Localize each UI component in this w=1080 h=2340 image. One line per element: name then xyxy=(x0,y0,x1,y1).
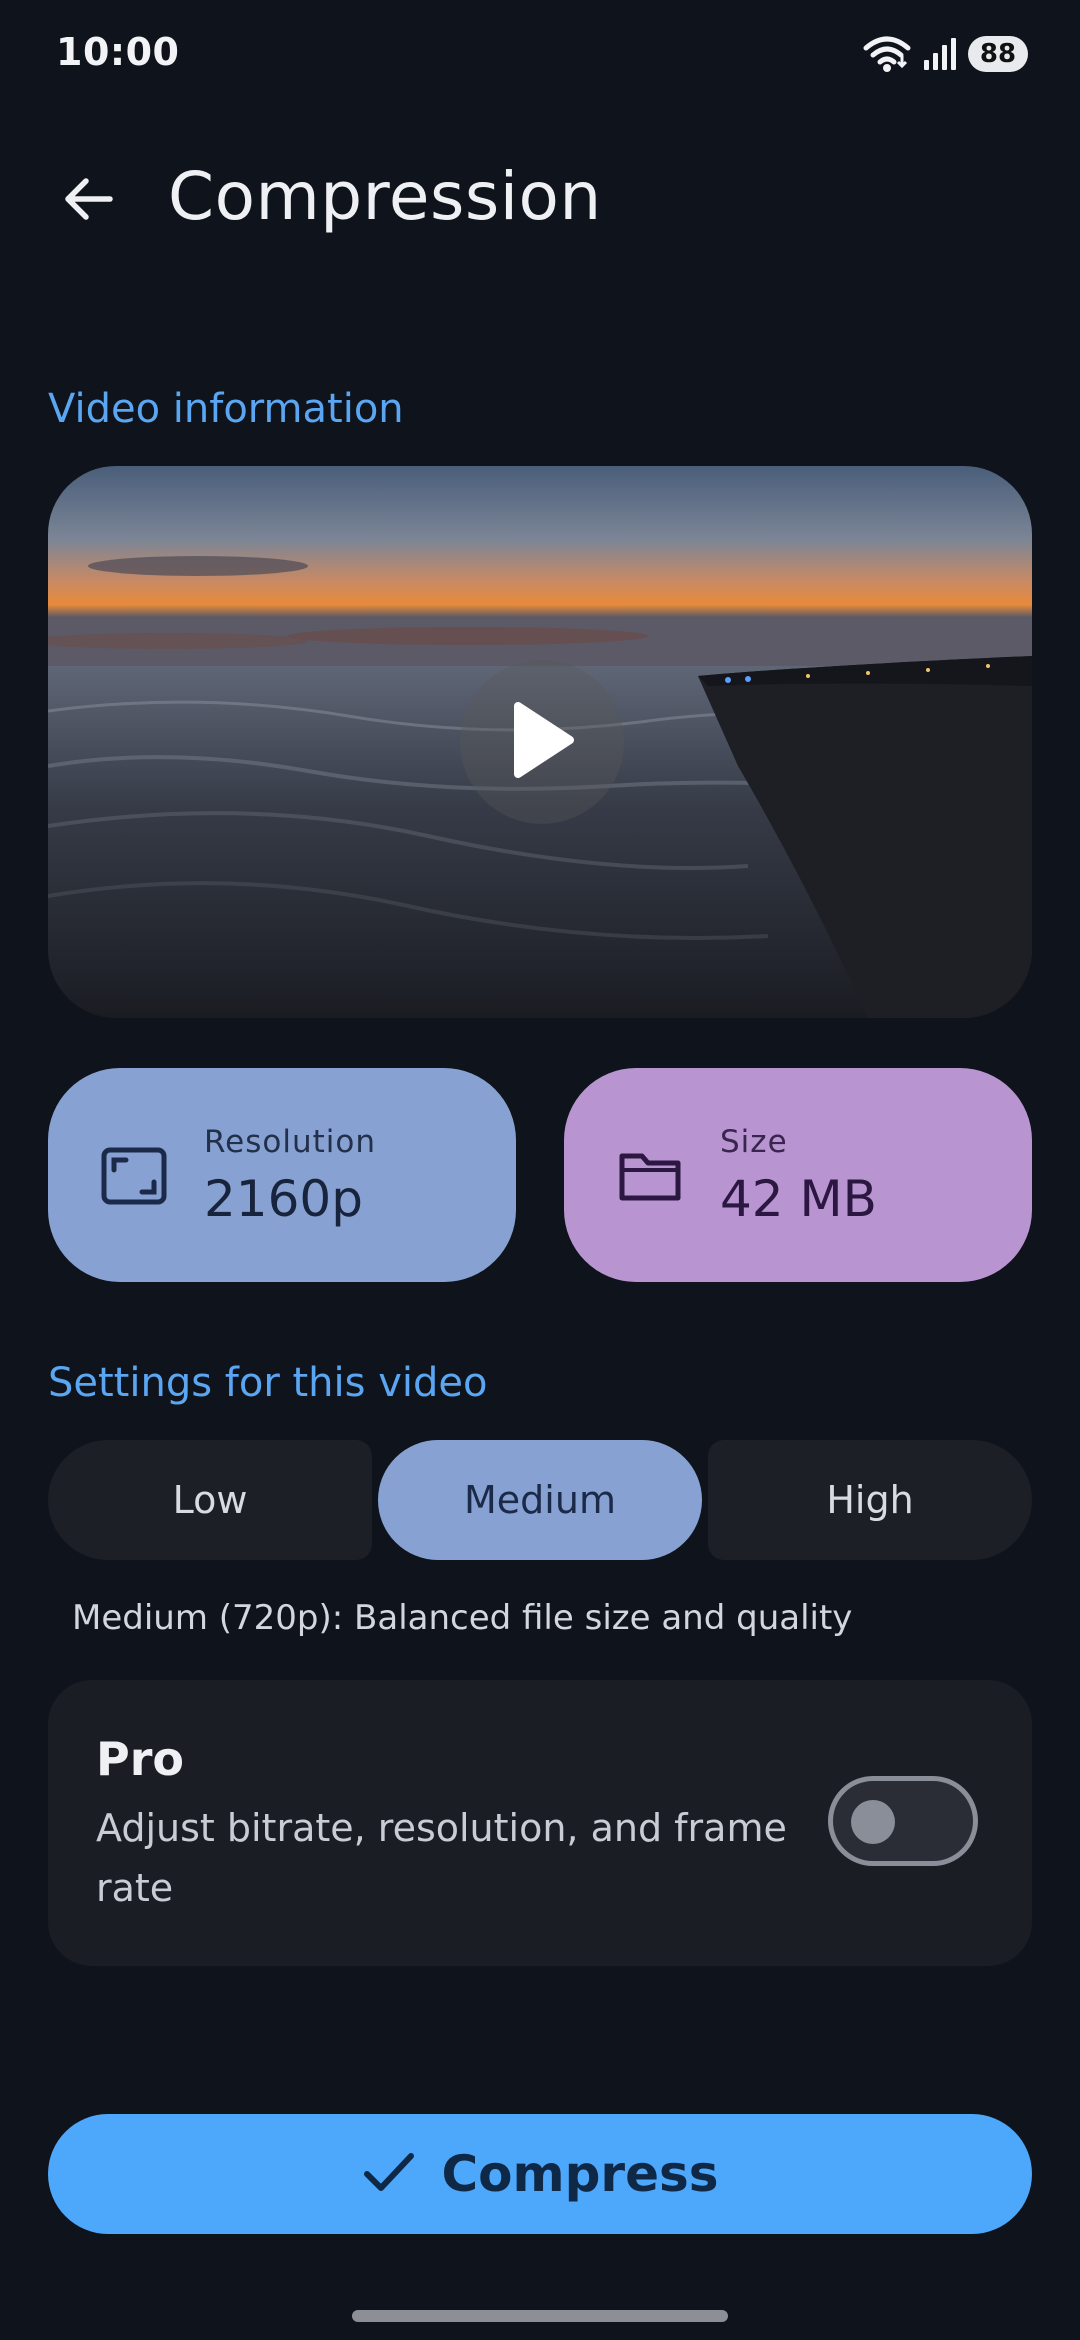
size-value: 42 MB xyxy=(720,1170,877,1228)
compress-button[interactable]: Compress xyxy=(48,2114,1032,2234)
battery-indicator: 88 xyxy=(968,36,1028,72)
video-information-heading: Video information xyxy=(48,386,404,432)
folder-icon xyxy=(616,1146,684,1206)
home-indicator[interactable] xyxy=(352,2310,728,2322)
size-card: Size 42 MB xyxy=(564,1068,1032,1282)
status-icons: 88 xyxy=(862,32,1028,76)
quality-segmented-control: Low Medium High xyxy=(48,1440,1032,1560)
status-time: 10:00 xyxy=(56,30,180,74)
back-button[interactable] xyxy=(52,165,124,237)
aspect-ratio-icon xyxy=(100,1146,168,1206)
pro-description: Adjust bitrate, resolution, and frame ra… xyxy=(96,1806,787,1910)
video-thumbnail[interactable] xyxy=(48,466,1032,1018)
arrow-left-icon xyxy=(60,171,116,231)
check-icon xyxy=(361,2148,417,2200)
pro-settings-card: Pro Adjust bitrate, resolution, and fram… xyxy=(48,1680,1032,1966)
status-bar: 10:00 88 xyxy=(0,0,1080,110)
quality-low-button[interactable]: Low xyxy=(48,1440,372,1560)
resolution-value: 2160p xyxy=(204,1170,363,1228)
quality-description: Medium (720p): Balanced file size and qu… xyxy=(72,1598,853,1638)
compression-screen: 10:00 88 Compression Video information R… xyxy=(0,0,1080,2340)
quality-high-button[interactable]: High xyxy=(708,1440,1032,1560)
pro-toggle[interactable] xyxy=(828,1776,978,1866)
wifi-icon xyxy=(862,34,912,74)
page-title: Compression xyxy=(168,158,602,235)
play-button[interactable] xyxy=(460,660,624,824)
resolution-label: Resolution xyxy=(204,1124,376,1160)
compress-label: Compress xyxy=(441,2145,719,2203)
quality-medium-button[interactable]: Medium xyxy=(378,1440,702,1560)
size-label: Size xyxy=(720,1124,788,1160)
settings-heading: Settings for this video xyxy=(48,1360,488,1406)
resolution-card: Resolution 2160p xyxy=(48,1068,516,1282)
signal-icon xyxy=(922,36,958,72)
pro-title: Pro xyxy=(96,1732,185,1786)
toggle-thumb xyxy=(851,1800,895,1844)
play-icon xyxy=(504,698,580,786)
